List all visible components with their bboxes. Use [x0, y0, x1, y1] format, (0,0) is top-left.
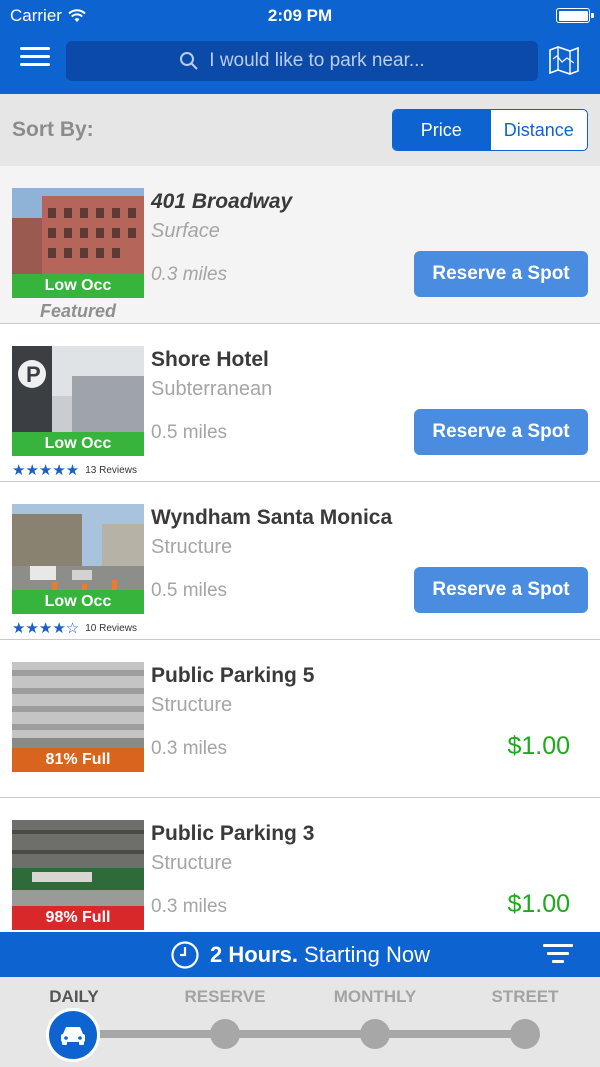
reserve-spot-button[interactable]: Reserve a Spot: [414, 409, 588, 455]
map-icon[interactable]: [548, 45, 580, 75]
lot-name: Public Parking 3: [151, 822, 315, 845]
lot-photo: 98% Full: [12, 820, 144, 930]
star-rating-icon: ★★★★★: [12, 462, 80, 479]
occupancy-badge: Low Occ: [12, 274, 144, 298]
tab-dot-monthly[interactable]: [360, 1019, 390, 1049]
svg-text:P: P: [26, 362, 41, 387]
lot-price: $1.00: [507, 890, 570, 918]
occupancy-badge: 98% Full: [12, 906, 144, 930]
time-selector[interactable]: 2 Hours. Starting Now: [0, 932, 600, 977]
lot-type: Subterranean: [151, 378, 273, 400]
search-placeholder: I would like to park near...: [209, 50, 425, 71]
battery-icon: [556, 8, 594, 23]
lot-distance: 0.3 miles: [151, 896, 228, 917]
tab-street[interactable]: STREET: [465, 987, 585, 1007]
reserve-spot-button[interactable]: Reserve a Spot: [414, 251, 588, 297]
tab-reserve[interactable]: RESERVE: [165, 987, 285, 1007]
list-item[interactable]: Low Occ Featured 401 Broadway Surface 0.…: [0, 166, 600, 324]
occupancy-badge: 81% Full: [12, 748, 144, 772]
lot-distance: 0.5 miles: [151, 580, 228, 601]
lot-photo: Low Occ: [12, 504, 144, 614]
menu-icon[interactable]: [20, 44, 62, 76]
list-item[interactable]: P Low Occ ★★★★★ 13 Reviews Shore Hotel S…: [0, 324, 600, 482]
occupancy-badge: Low Occ: [12, 432, 144, 456]
tab-daily[interactable]: DAILY: [14, 987, 134, 1007]
tab-dot-street[interactable]: [510, 1019, 540, 1049]
tab-slider-track: [74, 1030, 526, 1038]
lot-photo: P Low Occ: [12, 346, 144, 456]
lot-type: Structure: [151, 536, 233, 558]
tab-dot-reserve[interactable]: [210, 1019, 240, 1049]
lot-photo: Low Occ: [12, 188, 144, 298]
review-count: 13 Reviews: [85, 464, 137, 476]
lot-photo: 81% Full: [12, 662, 144, 772]
lot-name: Shore Hotel: [151, 348, 269, 371]
mode-tabs: DAILY RESERVE MONTHLY STREET: [0, 977, 600, 1067]
lot-name: Wyndham Santa Monica: [151, 506, 393, 529]
rating: ★★★★☆ 10 Reviews: [12, 619, 137, 637]
lot-type: Structure: [151, 694, 233, 716]
featured-label: Featured: [39, 301, 117, 321]
lot-distance: 0.3 miles: [151, 264, 228, 285]
search-input[interactable]: I would like to park near...: [66, 41, 538, 81]
sort-toggle: Price Distance: [392, 109, 588, 151]
sort-price-button[interactable]: Price: [393, 110, 490, 150]
list-item[interactable]: Low Occ ★★★★☆ 10 Reviews Wyndham Santa M…: [0, 482, 600, 640]
list-item[interactable]: 81% Full Public Parking 5 Structure 0.3 …: [0, 640, 600, 798]
lot-distance: 0.5 miles: [151, 422, 228, 443]
sort-distance-button[interactable]: Distance: [489, 110, 588, 150]
rating: ★★★★★ 13 Reviews: [12, 461, 137, 479]
car-icon[interactable]: [46, 1008, 100, 1062]
app-header: Carrier 2:09 PM I would like to park nea…: [0, 0, 600, 94]
search-icon: [180, 52, 198, 70]
filter-icon[interactable]: [542, 944, 574, 968]
start-label: Starting Now: [304, 941, 430, 967]
lot-type: Structure: [151, 852, 233, 874]
lot-distance: 0.3 miles: [151, 738, 228, 759]
lot-name: Public Parking 5: [151, 664, 315, 687]
star-rating-icon: ★★★★☆: [12, 620, 80, 637]
occupancy-badge: Low Occ: [12, 590, 144, 614]
reserve-spot-button[interactable]: Reserve a Spot: [414, 567, 588, 613]
lot-name: 401 Broadway: [151, 190, 293, 213]
review-count: 10 Reviews: [85, 622, 137, 634]
lot-price: $1.00: [507, 732, 570, 760]
status-bar: Carrier 2:09 PM: [0, 0, 600, 32]
duration-label: 2 Hours.: [210, 941, 299, 967]
sort-label: Sort By:: [12, 118, 94, 141]
lot-type: Surface: [151, 220, 220, 242]
clock: 2:09 PM: [267, 6, 333, 25]
clock-icon: [171, 940, 199, 969]
tab-monthly[interactable]: MONTHLY: [315, 987, 435, 1007]
